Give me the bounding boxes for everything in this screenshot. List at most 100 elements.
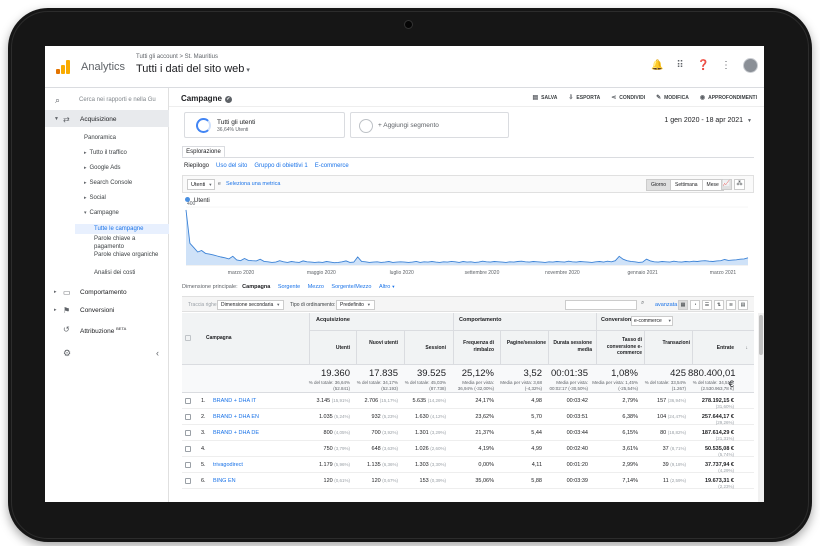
insights-button[interactable]: ◉ APPROFONDIMENTI [700,94,757,101]
row-checkbox[interactable] [185,398,191,404]
nav-overview[interactable]: Panoramica [84,135,116,141]
metric-select[interactable]: Utenti ▼ [187,179,215,190]
table-row[interactable]: 4. 750 (3,79%) 648 (3,63%) 1.026 (2,60%) 4,1… [182,441,754,457]
subtab-site-usage[interactable]: Uso del sito [216,163,247,169]
col-ecommerce-rate[interactable]: Tasso di conversione e-commerce [598,337,642,357]
granularity-day[interactable]: Giorno [647,180,672,190]
col-avg-duration[interactable]: Durata sessione media [550,340,592,353]
col-campaign[interactable]: Campagna [206,335,232,342]
table-view-icon[interactable]: ▦ [678,300,688,310]
account-breadcrumb[interactable]: Tutti gli account > St. Mauritius [136,54,218,60]
nav-social[interactable]: ▸ Social [84,195,106,201]
dimension-source-medium[interactable]: Sorgente/Mezzo [331,284,371,290]
more-vert-icon[interactable]: ⋮ [720,60,732,72]
table-cell: 750 (3,79%) [304,446,350,452]
share-button[interactable]: ⋖ CONDIVIDI [611,94,645,101]
col-sessions[interactable]: Sessioni [406,345,446,352]
campaign-link[interactable]: BRAND + DHA IT [213,398,256,404]
line-chart-icon[interactable]: 📈 [721,179,732,190]
pivot-view-icon[interactable]: ▤ [738,300,748,310]
dimension-source[interactable]: Sorgente [278,284,300,290]
table-row[interactable]: 5. trivagodirect 1.179 (5,96%) 1.135 (6,36%… [182,457,754,473]
sort-desc-arrow-icon[interactable]: ↓ [738,345,749,352]
term-cloud-view-icon[interactable]: ≋ [726,300,736,310]
col-users[interactable]: Utenti [310,345,350,352]
subtab-summary[interactable]: Riepilogo [184,163,209,169]
granularity-month[interactable]: Mese [703,180,723,190]
col-transactions[interactable]: Transazioni [646,340,690,347]
analytics-logo-icon[interactable] [56,60,72,74]
edit-button[interactable]: ✎ MODIFICA [656,94,689,101]
select-all-checkbox[interactable] [185,335,191,341]
nav-all-traffic[interactable]: ▸ Tutto il traffico [84,150,127,156]
granularity-week[interactable]: Settimana [671,180,703,190]
secondary-dimension-select[interactable]: Dimensione secondaria ▼ [217,300,285,310]
campaign-link[interactable]: BRAND + DHA DE [213,430,259,436]
gear-icon[interactable]: ⚙ [63,348,71,359]
nav-google-ads[interactable]: ▸ Google Ads [84,165,121,171]
table-row[interactable]: 3. BRAND + DHA DE 800 (4,05%) 700 (3,92%) 1.… [182,425,754,441]
table-cell: 00:03:51 [542,414,588,420]
dimension-other[interactable]: Altro▼ [379,284,395,290]
plot-rows-button[interactable]: Traccia righe [188,302,217,308]
table-row[interactable]: 2. BRAND + DHA EN 1.035 (5,24%) 932 (5,23%)… [182,409,754,425]
advanced-filter-link[interactable]: avanzata [655,302,677,308]
date-range-picker[interactable]: 1 gen 2020 - 18 apr 2021 ▼ [664,117,752,124]
nav-paid-keywords[interactable]: Parole chiave a pagamento [94,235,164,251]
campaign-link[interactable]: BRAND + DHA EN [213,414,259,420]
search-input[interactable]: Cerca nei rapporti e nella Gu [79,97,156,103]
cell-percent: (0,61%) [334,478,350,483]
table-row[interactable]: 1. BRAND + DHA IT 3.145 (15,91%) 2.706 (15,… [182,393,754,409]
nav-organic-keywords[interactable]: Parole chiave organiche [94,251,164,259]
table-search-input[interactable] [565,300,637,310]
row-checkbox[interactable] [185,430,191,436]
apps-grid-icon[interactable]: ⠿ [674,60,686,72]
col-bounce-rate[interactable]: Frequenza di rimbalzo [454,340,494,353]
nav-search-console[interactable]: ▸ Search Console [84,180,132,186]
export-button[interactable]: ⇩ ESPORTA [568,94,600,101]
table-cell: 1.179 (5,96%) [304,462,350,468]
col-revenue[interactable]: Entrate [694,345,734,352]
row-checkbox[interactable] [185,414,191,420]
caret-down-icon: ▾ [246,67,250,74]
segment-all-users[interactable]: Tutti gli utenti 36,64% Utenti [184,112,345,138]
campaign-link[interactable]: BING EN [213,478,236,484]
campaign-link[interactable]: trivagodirect [213,462,243,468]
nav-campaigns[interactable]: ▾ Campagne [84,210,119,216]
attribution-icon: ↺ [63,325,70,334]
search-icon[interactable]: ⌕ [641,300,644,307]
screen: Analytics Tutti gli account > St. Maurit… [45,46,764,502]
performance-view-icon[interactable]: ☰ [702,300,712,310]
row-checkbox[interactable] [185,478,191,484]
collapse-sidebar-icon[interactable]: ‹ [156,348,159,358]
dimension-medium[interactable]: Mezzo [308,284,324,290]
sort-type-select[interactable]: Predefinito ▼ [336,300,375,310]
col-divider [692,331,693,365]
subtab-goal-set-1[interactable]: Gruppo di obiettivi 1 [254,163,307,169]
add-segment-button[interactable]: + Aggiungi segmento [350,112,509,138]
col-new-users[interactable]: Nuovi utenti [358,340,398,347]
dimension-campaign[interactable]: Campagna [242,284,270,290]
nav-cost-analysis[interactable]: Analisi dei costi [94,269,135,277]
pie-view-icon[interactable]: ◔ [690,300,700,310]
row-checkbox[interactable] [185,446,191,452]
select-metric-link[interactable]: Seleziona una metrica [226,181,280,187]
motion-chart-icon[interactable]: ⁂ [734,179,745,190]
subtab-ecommerce[interactable]: E-commerce [315,163,349,169]
table-row[interactable]: 6. BING EN 120 (0,61%) 120 (0,67%) 153 (0,39… [182,473,754,489]
save-button[interactable]: ▤ SALVA [532,94,557,101]
comparison-view-icon[interactable]: ⇅ [714,300,724,310]
scrollbar-thumb[interactable] [759,315,763,355]
sidebar-search[interactable]: ⌕ Cerca nei rapporti e nella Gu [53,94,165,108]
help-icon[interactable]: ❓ [697,60,709,72]
avatar[interactable] [743,58,758,73]
nav-all-campaigns[interactable]: Tutte le campagne [94,225,143,233]
cell-value: 80 [660,430,667,436]
view-selector[interactable]: Tutti i dati del sito web ▾ [136,63,250,75]
conversion-type-select[interactable]: e-commerce ▼ [631,316,673,326]
scrollbar[interactable] [758,313,764,502]
row-checkbox[interactable] [185,462,191,468]
col-pages-session[interactable]: Pagine/sessione [502,340,546,347]
cell-value: 3.145 [316,398,331,404]
bell-icon[interactable]: 🔔 [651,60,663,72]
